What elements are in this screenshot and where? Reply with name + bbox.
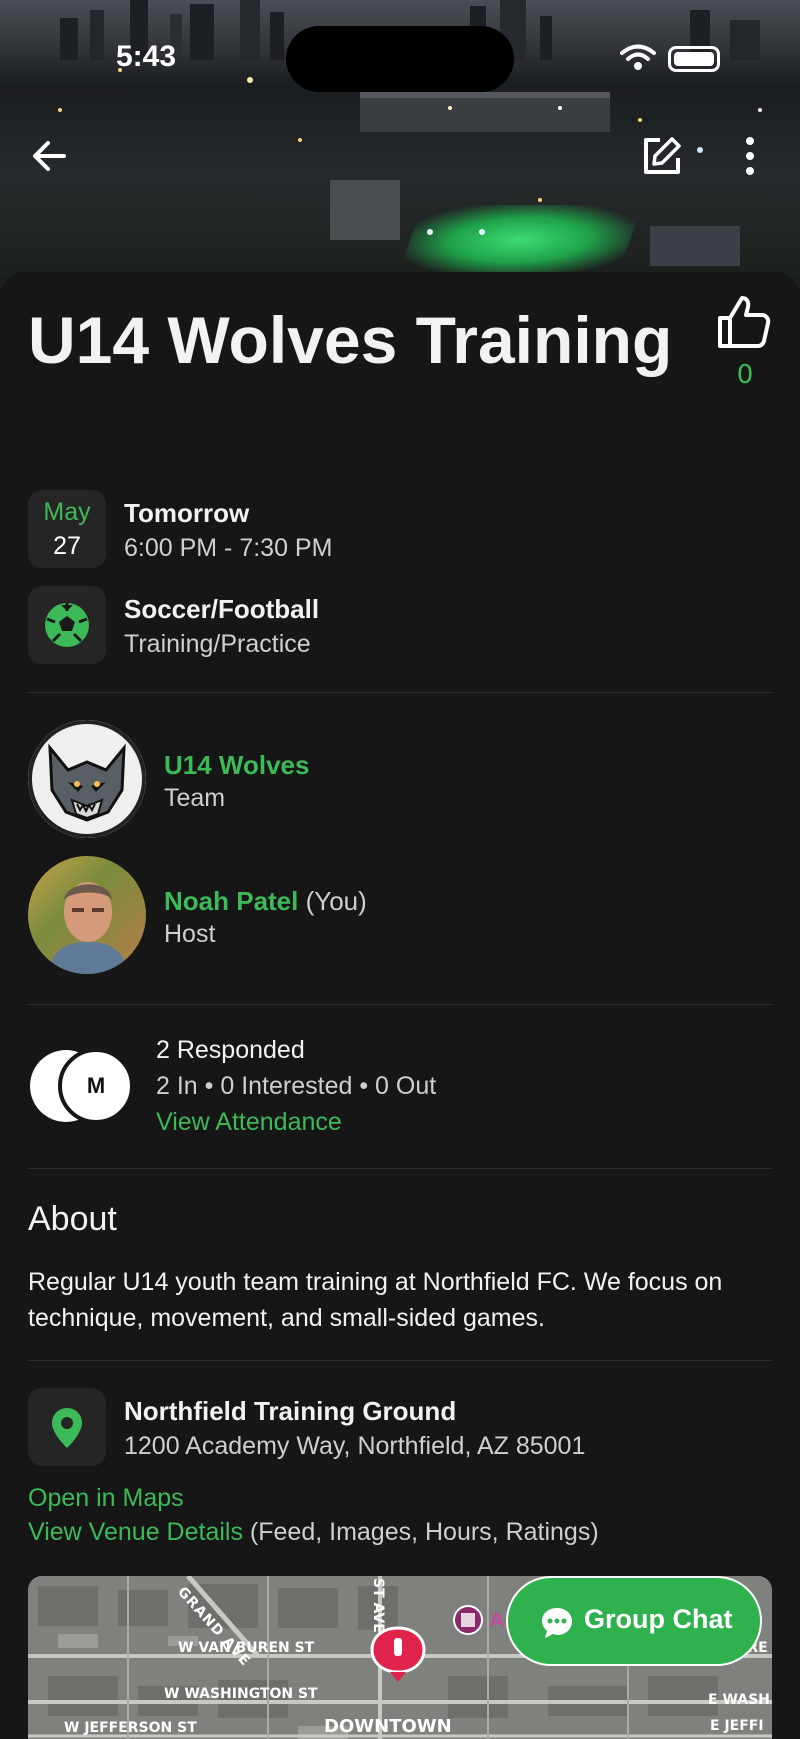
map-label-washington: W WASHINGTON ST	[164, 1686, 318, 1702]
about-text: Regular U14 youth team training at North…	[28, 1268, 723, 1332]
divider	[28, 692, 772, 693]
map-label-e-jeff: E JEFFI	[710, 1718, 764, 1734]
map-poi-label: A	[490, 1610, 504, 1631]
sport-type: Training/Practice	[124, 630, 311, 658]
team-logo	[28, 720, 146, 838]
wolf-logo-icon	[28, 720, 146, 838]
map-label-e-wash: E WASH	[708, 1692, 770, 1708]
date-label: Tomorrow	[124, 498, 250, 528]
team-role: Team	[164, 784, 226, 812]
view-attendance-link[interactable]: View Attendance	[156, 1108, 342, 1137]
status-bar: 5:43	[0, 0, 800, 92]
map-label-st-ave: ST AVE	[370, 1578, 386, 1633]
map-label-downtown: DOWNTOWN	[324, 1716, 452, 1737]
status-time: 5:43	[116, 40, 177, 73]
group-chat-label: Group Chat	[584, 1604, 733, 1634]
venue-details-hint: (Feed, Images, Hours, Ratings)	[249, 1518, 599, 1546]
responded-count: 2 Responded	[156, 1036, 305, 1064]
edit-button[interactable]	[640, 134, 684, 178]
venue-tile	[28, 1388, 106, 1466]
soccer-ball-icon	[45, 603, 89, 647]
venue-details-line: View Venue Details (Feed, Images, Hours,…	[28, 1518, 599, 1547]
map-label-jefferson: W JEFFERSON ST	[64, 1720, 197, 1736]
sport-tile	[28, 586, 106, 664]
response-summary: 2 In • 0 Interested • 0 Out	[156, 1072, 437, 1100]
battery-icon	[668, 46, 720, 72]
more-options-button[interactable]	[730, 134, 770, 178]
like-count: 0	[736, 360, 754, 390]
chat-bubble-icon	[542, 1608, 572, 1638]
venue-name: Northfield Training Ground	[124, 1396, 457, 1426]
host-name[interactable]: Noah Patel	[164, 886, 298, 916]
attendee-avatar-m: M	[58, 1048, 134, 1124]
sport-name: Soccer/Football	[124, 594, 320, 624]
open-in-maps-link[interactable]: Open in Maps	[28, 1484, 184, 1513]
date-tile: May 27	[28, 490, 106, 568]
divider	[28, 1360, 772, 1361]
time-range: 6:00 PM - 7:30 PM	[124, 534, 333, 562]
divider	[28, 1168, 772, 1169]
host-you-label: (You)	[305, 886, 367, 916]
thumbs-up-icon[interactable]	[716, 294, 772, 350]
group-chat-button[interactable]: Group Chat	[506, 1576, 762, 1666]
host-name-line: Noah Patel (You)	[164, 886, 367, 917]
wifi-icon	[620, 44, 656, 70]
divider	[28, 1004, 772, 1005]
back-button[interactable]	[28, 134, 72, 178]
event-title: U14 Wolves Training	[28, 303, 673, 377]
team-name[interactable]: U14 Wolves	[164, 750, 309, 781]
date-day: 27	[53, 532, 81, 560]
date-month: May	[43, 498, 91, 526]
about-heading: About	[28, 1200, 117, 1238]
host-role: Host	[164, 920, 216, 948]
map-pin-icon	[52, 1408, 82, 1448]
host-photo	[48, 882, 128, 974]
view-venue-details-link[interactable]: View Venue Details	[28, 1518, 243, 1546]
map-label-van-buren: W VAN BUREN ST	[178, 1640, 315, 1656]
host-avatar	[28, 856, 146, 974]
venue-address: 1200 Academy Way, Northfield, AZ 85001	[124, 1432, 586, 1460]
dynamic-island	[286, 26, 514, 92]
